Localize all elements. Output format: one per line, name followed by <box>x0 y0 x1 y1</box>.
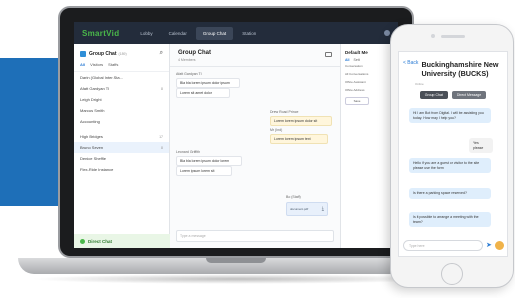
message-sender: Bo (Staff) <box>286 195 301 199</box>
chat-header: Group Chat 4 Members <box>170 44 340 67</box>
unread-badge: 17 <box>159 134 163 139</box>
phone-chat-header: < Back Buckinghamshire New University (B… <box>399 52 507 82</box>
assistant-avatar <box>495 241 504 250</box>
message-bubble: Bla bla lorem ipsum dolor lorem <box>176 156 242 166</box>
message-bubble-own: Lorem lorem ipsum dolor sit <box>270 116 332 126</box>
conversation-sidebar: Group Chat (189) ⌕ All Visitors Staffs D… <box>74 44 170 248</box>
contact-item-selected[interactable]: Bruno Seven 8 <box>74 142 169 153</box>
message-sender: Afatt Gardyan TI <box>176 72 202 76</box>
message-bubble: Lorem sit amet dolor <box>176 88 230 98</box>
chat-panel: Group Chat 4 Members Afatt Gardyan TI Bl… <box>170 44 340 248</box>
message-bubble: Lorem ipsum lorem sit <box>176 166 232 176</box>
contact-item[interactable]: Afatt Gardyan TI 8 <box>74 83 169 94</box>
contact-item[interactable]: Darin (Global Inter.Sta... <box>74 72 169 83</box>
chat-bubble-icon <box>80 238 85 244</box>
phone-message: Hi I am Bot from Digital. I will be assi… <box>409 108 491 124</box>
contact-name: Leigh Dright <box>80 97 102 102</box>
contact-name: High Bridges <box>80 134 103 139</box>
filter-visitors[interactable]: Visitors <box>90 62 103 67</box>
people-icon <box>80 50 86 57</box>
laptop-shadow <box>30 274 442 284</box>
user-avatar[interactable] <box>384 30 390 36</box>
contact-name: Darin (Global Inter.Sta... <box>80 75 123 80</box>
contact-name: Accounting <box>80 119 100 124</box>
nav-item-station[interactable]: Station <box>235 27 263 40</box>
phone-chat-title: Buckinghamshire New University (BUCKS) <box>421 60 499 78</box>
phone-screen: < Back Buckinghamshire New University (B… <box>398 51 508 257</box>
contact-item[interactable]: Marcus Smith <box>74 105 169 116</box>
camera-icon <box>431 34 435 38</box>
sidebar-header: Group Chat (189) ⌕ <box>74 44 169 60</box>
tab-settings[interactable]: Sett <box>353 58 359 62</box>
send-icon[interactable]: ➤ <box>486 242 493 249</box>
sidebar-title: Group Chat <box>89 50 117 57</box>
filter-staffs[interactable]: Staffs <box>108 62 118 67</box>
chat-title: Group Chat <box>178 50 211 56</box>
direct-message-button[interactable]: Direct Message <box>451 91 487 99</box>
app-logo[interactable]: SmartVid <box>82 29 119 38</box>
message-input[interactable]: Type a message <box>176 230 334 242</box>
top-nav-bar: SmartVid Lobby Calendar Group Chat Stati… <box>74 22 398 44</box>
contact-name: Flex-Ride Instance <box>80 167 114 172</box>
file-name: document.pdf <box>290 207 309 211</box>
laptop-device: SmartVid Lobby Calendar Group Chat Stati… <box>58 6 414 258</box>
main-nav: Lobby Calendar Group Chat Station <box>133 26 263 40</box>
save-button[interactable]: Save <box>345 97 369 105</box>
message-bubble-own: Lorem lorem ipsum text <box>270 134 328 144</box>
video-call-icon[interactable] <box>325 52 332 57</box>
contact-name: Bruno Seven <box>80 145 104 150</box>
stage: SmartVid Lobby Calendar Group Chat Stati… <box>0 0 515 298</box>
contact-name: Afatt Gardyan TI <box>80 86 110 91</box>
contact-item[interactable]: High Bridges 17 <box>74 131 169 142</box>
contact-item[interactable]: Denice Sheffle <box>74 153 169 164</box>
download-icon[interactable]: ⤓ <box>322 206 324 212</box>
unread-badge: 8 <box>161 145 163 150</box>
phone-message: Is there a parking space reserved? <box>409 188 491 199</box>
speaker-grille <box>441 35 465 38</box>
phone-message: Is it possible to arrange a meeting with… <box>409 212 491 228</box>
message-sender: Leonard Griffith <box>176 150 201 154</box>
laptop-notch <box>206 258 266 263</box>
contact-item[interactable]: Flex-Ride Instance <box>74 164 169 175</box>
message-bubble: Bla bla lorem ipsum dolor ipsum <box>176 78 240 88</box>
phone-message-own: Yes please <box>469 138 493 154</box>
tab-all[interactable]: All <box>345 58 349 62</box>
filter-tabs: All Visitors Staffs <box>74 60 169 72</box>
contact-item[interactable]: Accounting <box>74 116 169 127</box>
contact-name: Denice Sheffle <box>80 156 106 161</box>
filter-all[interactable]: All <box>80 62 85 67</box>
phone-message-input[interactable]: Type here <box>403 240 483 251</box>
phone-message: Hello if you are a guest or visitor to t… <box>409 158 491 174</box>
nav-item-calendar[interactable]: Calendar <box>162 27 194 40</box>
message-sender: Drew Road Prince <box>270 110 299 114</box>
direct-chat-label: Direct Chat <box>88 238 113 244</box>
group-chat-button[interactable]: Group Chat <box>419 91 448 99</box>
message-sender: Mr (Ind) <box>270 128 283 132</box>
laptop-screen: SmartVid Lobby Calendar Group Chat Stati… <box>74 22 398 248</box>
search-icon[interactable]: ⌕ <box>160 50 163 57</box>
unread-badge: 8 <box>161 86 163 91</box>
phone-actions: Group Chat Direct Message <box>399 86 507 104</box>
home-button[interactable] <box>441 263 463 285</box>
direct-chat-button[interactable]: Direct Chat <box>74 234 170 248</box>
nav-item-group-chat[interactable]: Group Chat <box>195 26 234 40</box>
file-attachment[interactable]: document.pdf ⤓ <box>286 202 328 216</box>
nav-item-lobby[interactable]: Lobby <box>133 27 159 40</box>
back-button[interactable]: < Back <box>403 60 418 66</box>
chat-subtitle: 4 Members <box>178 58 196 62</box>
sidebar-count: (189) <box>118 51 127 56</box>
contact-item[interactable]: Leigh Dright <box>74 94 169 105</box>
contact-name: Marcus Smith <box>80 108 105 113</box>
phone-device: < Back Buckinghamshire New University (B… <box>390 24 514 288</box>
